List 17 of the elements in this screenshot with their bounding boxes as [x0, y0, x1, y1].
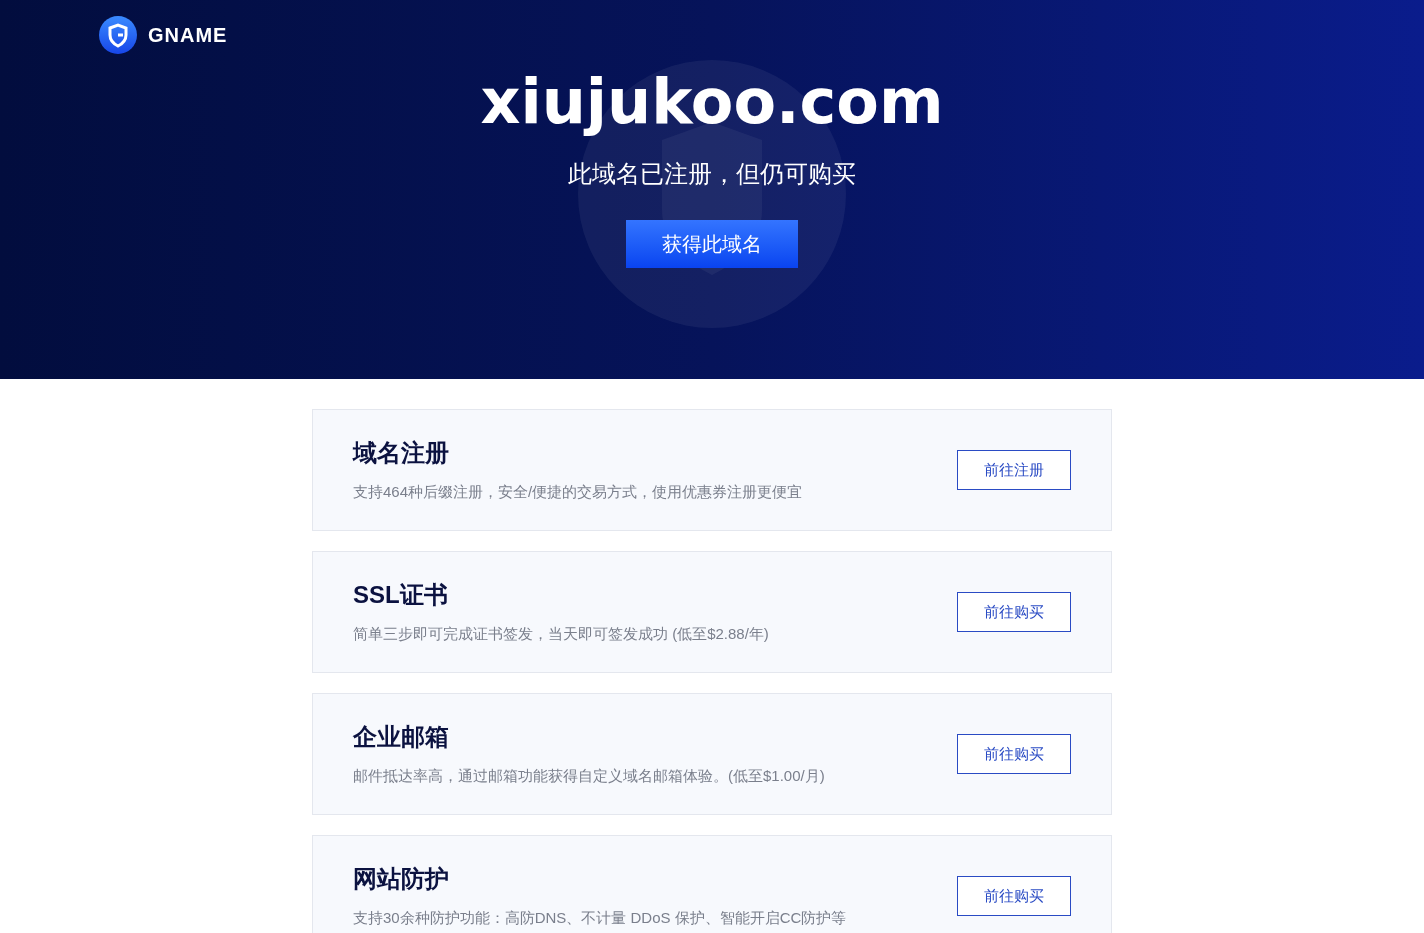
service-title: SSL证书 — [353, 580, 449, 610]
service-button[interactable]: 前往购买 — [957, 876, 1071, 916]
service-description: 邮件抵达率高，通过邮箱功能获得自定义域名邮箱体验。(低至$1.00/月) — [353, 766, 825, 786]
domain-title: xiujukoo.com — [480, 66, 944, 138]
service-title: 网站防护 — [353, 864, 450, 894]
service-description: 支持464种后缀注册，安全/便捷的交易方式，使用优惠券注册更便宜 — [353, 482, 803, 502]
service-button[interactable]: 前往购买 — [957, 734, 1071, 774]
service-title: 域名注册 — [353, 438, 450, 468]
service-description: 支持30余种防护功能：高防DNS、不计量 DDoS 保护、智能开启CC防护等 — [353, 908, 847, 928]
service-title: 企业邮箱 — [353, 722, 450, 752]
service-button[interactable]: 前往购买 — [957, 592, 1071, 632]
service-description: 简单三步即可完成证书签发，当天即可签发成功 (低至$2.88/年) — [353, 624, 769, 644]
get-domain-button[interactable]: 获得此域名 — [626, 220, 798, 268]
hero-subtitle: 此域名已注册，但仍可购买 — [568, 159, 856, 189]
logo-text: GNAME — [148, 23, 228, 48]
logo-icon — [99, 16, 137, 54]
service-button[interactable]: 前往注册 — [957, 450, 1071, 490]
